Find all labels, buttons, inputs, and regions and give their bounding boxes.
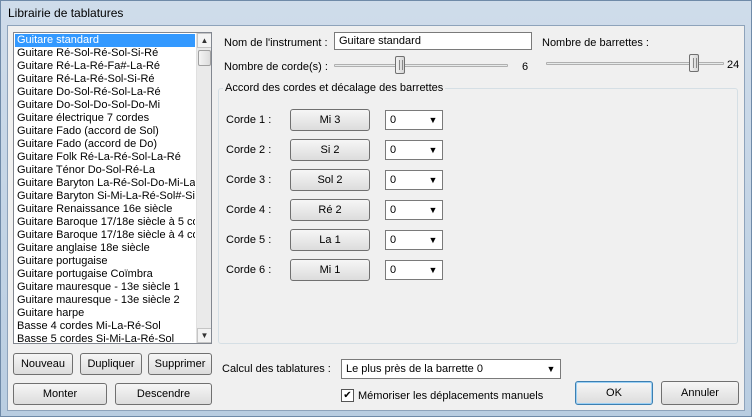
list-item[interactable]: Guitare Baryton Si-Mi-La-Ré-Sol#-Si (15, 190, 195, 203)
ok-button[interactable]: OK (575, 381, 653, 405)
list-scrollbar[interactable]: ▲ ▼ (196, 33, 211, 343)
list-item[interactable]: Guitare électrique 7 cordes (15, 112, 195, 125)
fret-offset-select[interactable]: 0 ▼ (385, 170, 443, 190)
list-item[interactable]: Guitare Folk Ré-La-Ré-Sol-La-Ré (15, 151, 195, 164)
strings-slider-track (334, 64, 508, 67)
scroll-up-icon[interactable]: ▲ (197, 33, 211, 48)
string-label: Corde 3 : (226, 174, 272, 186)
calc-select[interactable]: Le plus près de la barrette 0 ▼ (341, 359, 561, 379)
instrument-list[interactable]: Guitare standard Guitare Ré-Sol-Ré-Sol-Si… (13, 32, 212, 344)
list-item[interactable]: Guitare Fado (accord de Sol) (15, 125, 195, 138)
chevron-down-icon[interactable]: ▼ (425, 262, 441, 278)
strings-slider-thumb[interactable] (394, 56, 405, 74)
instrument-name-label: Nom de l'instrument : (224, 37, 328, 49)
list-item[interactable]: Guitare harpe (15, 307, 195, 320)
list-item[interactable]: Basse 4 cordes Mi-La-Ré-Sol (15, 320, 195, 333)
tuning-group-title: Accord des cordes et décalage des barret… (223, 81, 446, 95)
list-item[interactable]: Guitare Do-Sol-Ré-Sol-La-Ré (15, 86, 195, 99)
memorize-label: Mémoriser les déplacements manuels (358, 390, 544, 402)
chevron-down-icon[interactable]: ▼ (425, 172, 441, 188)
string-label: Corde 1 : (226, 114, 272, 126)
strings-count-label: Nombre de corde(s) : (224, 61, 328, 73)
chevron-down-icon[interactable]: ▼ (425, 112, 441, 128)
delete-button[interactable]: Supprimer (148, 353, 212, 375)
chevron-down-icon[interactable]: ▼ (425, 232, 441, 248)
string-label: Corde 2 : (226, 144, 272, 156)
chevron-down-icon[interactable]: ▼ (425, 142, 441, 158)
string-note-button[interactable]: La 1 (290, 229, 370, 251)
fret-offset-value: 0 (390, 264, 397, 276)
string-note-button[interactable]: Ré 2 (290, 199, 370, 221)
list-item[interactable]: Guitare Baroque 17/18e siècle à 5 cordes (15, 216, 195, 229)
frets-count-label: Nombre de barrettes : (542, 37, 649, 49)
calc-label: Calcul des tablatures : (222, 363, 331, 375)
list-item[interactable]: Guitare Renaissance 16e siècle (15, 203, 195, 216)
chevron-down-icon[interactable]: ▼ (543, 361, 559, 377)
list-item[interactable]: Guitare standard (15, 34, 195, 47)
list-item[interactable]: Guitare mauresque - 13e siècle 2 (15, 294, 195, 307)
fret-offset-select[interactable]: 0 ▼ (385, 230, 443, 250)
window-title: Librairie de tablatures (8, 6, 124, 20)
fret-offset-value: 0 (390, 114, 397, 126)
fret-offset-value: 0 (390, 204, 397, 216)
string-label: Corde 6 : (226, 264, 272, 276)
memorize-checkbox[interactable]: ✔ (341, 389, 354, 402)
list-item[interactable]: Guitare Ré-La-Ré-Fa#-La-Ré (15, 60, 195, 73)
string-label: Corde 4 : (226, 204, 272, 216)
list-item[interactable]: Guitare Baryton La-Ré-Sol-Do-Mi-La (15, 177, 195, 190)
move-up-button[interactable]: Monter (13, 383, 107, 405)
list-item[interactable]: Basse 5 cordes Si-Mi-La-Ré-Sol (15, 333, 195, 343)
fret-offset-select[interactable]: 0 ▼ (385, 260, 443, 280)
list-item[interactable]: Guitare Ré-Sol-Ré-Sol-Si-Ré (15, 47, 195, 60)
fret-offset-select[interactable]: 0 ▼ (385, 110, 443, 130)
fret-offset-value: 0 (390, 234, 397, 246)
list-item[interactable]: Guitare mauresque - 13e siècle 1 (15, 281, 195, 294)
list-item[interactable]: Guitare Ré-La-Ré-Sol-Si-Ré (15, 73, 195, 86)
fret-offset-value: 0 (390, 174, 397, 186)
new-button[interactable]: Nouveau (13, 353, 73, 375)
strings-count-value: 6 (522, 61, 529, 73)
dialog-window: Librairie de tablatures Guitare standard… (0, 0, 752, 417)
list-item[interactable]: Guitare Fado (accord de Do) (15, 138, 195, 151)
list-item[interactable]: Guitare portugaise (15, 255, 195, 268)
list-item[interactable]: Guitare portugaise Coïmbra (15, 268, 195, 281)
frets-slider-thumb[interactable] (688, 54, 699, 72)
fret-offset-value: 0 (390, 144, 397, 156)
string-note-button[interactable]: Si 2 (290, 139, 370, 161)
calc-select-value: Le plus près de la barrette 0 (346, 363, 483, 375)
list-item[interactable]: Guitare anglaise 18e siècle (15, 242, 195, 255)
string-label: Corde 5 : (226, 234, 272, 246)
string-note-button[interactable]: Mi 3 (290, 109, 370, 131)
chevron-down-icon[interactable]: ▼ (425, 202, 441, 218)
list-item[interactable]: Guitare Ténor Do-Sol-Ré-La (15, 164, 195, 177)
scroll-down-icon[interactable]: ▼ (197, 328, 211, 343)
string-note-button[interactable]: Mi 1 (290, 259, 370, 281)
dialog-client-area: Guitare standard Guitare Ré-Sol-Ré-Sol-Si… (7, 25, 745, 411)
fret-offset-select[interactable]: 0 ▼ (385, 140, 443, 160)
duplicate-button[interactable]: Dupliquer (80, 353, 142, 375)
fret-offset-select[interactable]: 0 ▼ (385, 200, 443, 220)
list-item[interactable]: Guitare Do-Sol-Do-Sol-Do-Mi (15, 99, 195, 112)
move-down-button[interactable]: Descendre (115, 383, 212, 405)
frets-count-value: 24 (727, 59, 740, 71)
scrollbar-thumb[interactable] (198, 50, 211, 66)
cancel-button[interactable]: Annuler (661, 381, 739, 405)
tuning-groupbox: Accord des cordes et décalage des barret… (218, 81, 738, 344)
string-note-button[interactable]: Sol 2 (290, 169, 370, 191)
instrument-name-input[interactable]: Guitare standard (334, 32, 532, 50)
list-item[interactable]: Guitare Baroque 17/18e siècle à 4 cordes (15, 229, 195, 242)
